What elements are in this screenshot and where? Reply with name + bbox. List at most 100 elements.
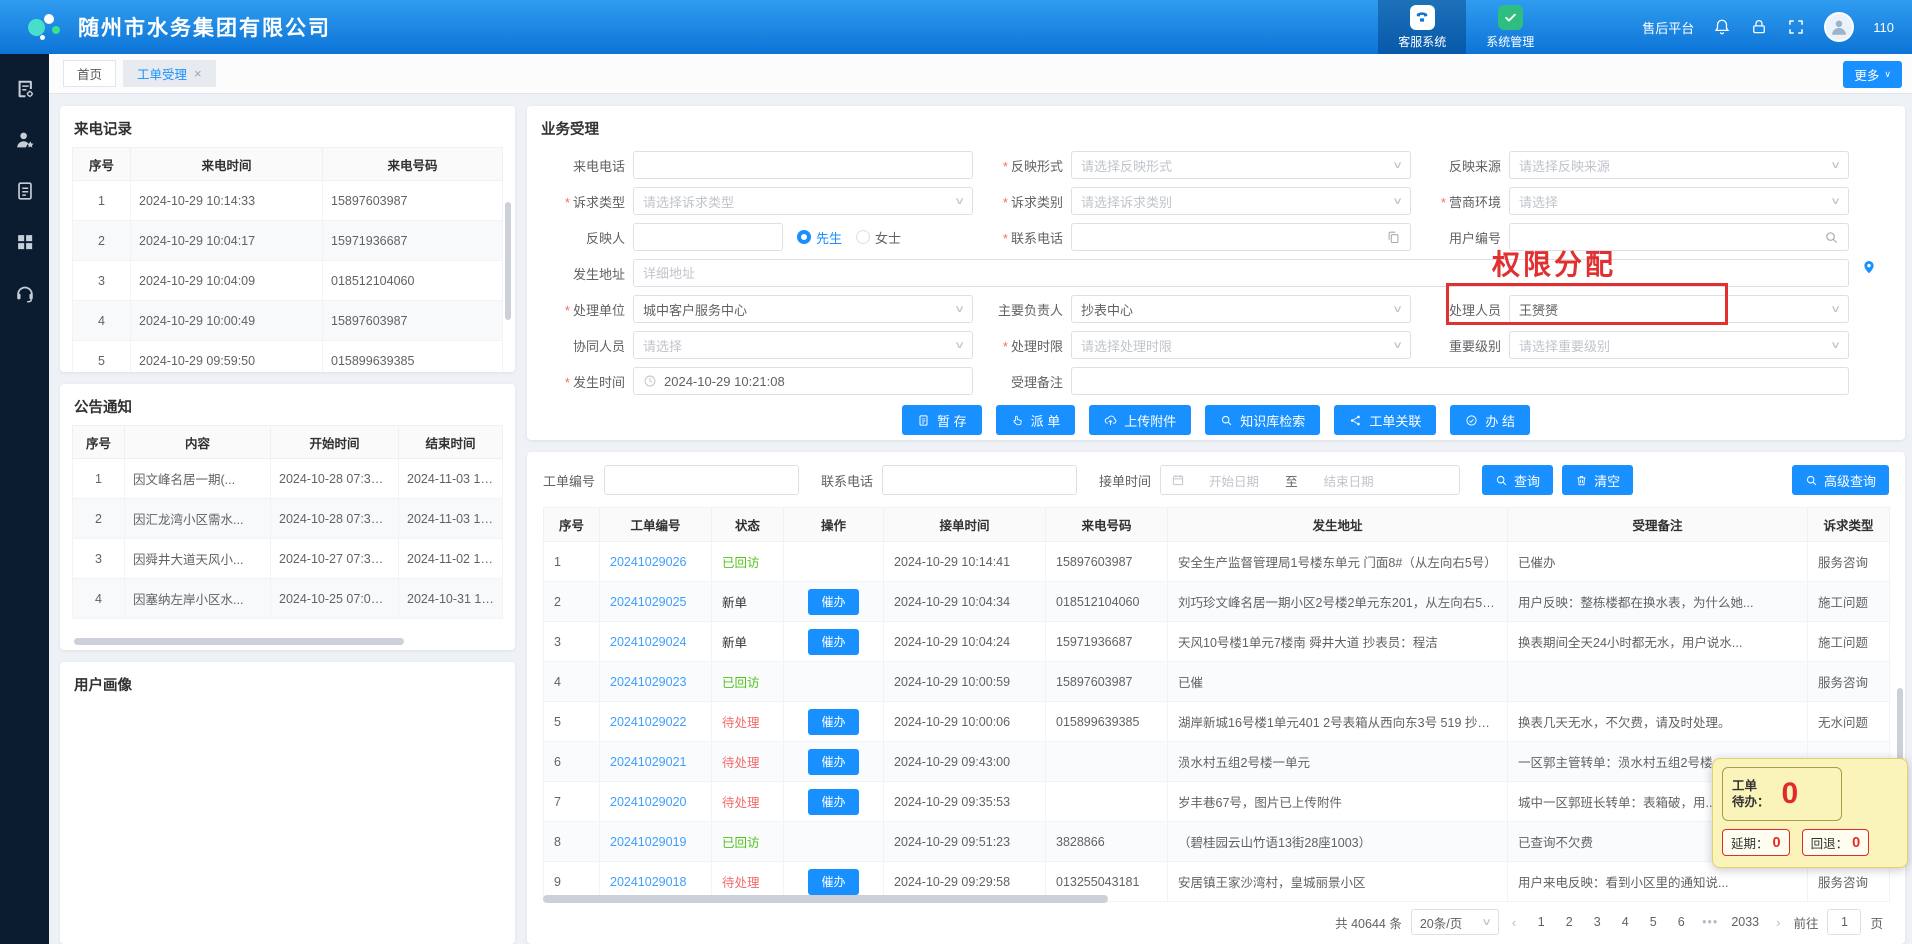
urge-button[interactable]: 催办 — [808, 589, 858, 615]
chevron-left-icon[interactable]: ‹ — [1508, 915, 1520, 930]
dispatch-button[interactable]: 派 单 — [996, 405, 1076, 435]
order-number-link[interactable]: 20241029023 — [610, 675, 686, 689]
call-record-row[interactable]: 5 2024-10-29 09:59:50 015899639385 — [73, 341, 503, 373]
page-number[interactable]: 6 — [1669, 910, 1693, 934]
call-record-row[interactable]: 1 2024-10-29 10:14:33 15897603987 — [73, 181, 503, 221]
delay-chip: 延期：0 — [1722, 829, 1790, 856]
user-star-icon[interactable] — [14, 129, 36, 151]
order-number-link[interactable]: 20241029021 — [610, 755, 686, 769]
reflect-source-select[interactable]: 请选择反映来源∨ — [1509, 151, 1849, 179]
horizontal-scrollbar-thumb[interactable] — [543, 895, 1108, 903]
order-number-link[interactable]: 20241029026 — [610, 555, 686, 569]
handler-select[interactable]: 王赟赟∨ — [1509, 295, 1849, 323]
order-number-link[interactable]: 20241029018 — [610, 875, 686, 889]
reporter-input[interactable] — [633, 223, 783, 251]
importance-select[interactable]: 请选择重要级别∨ — [1509, 331, 1849, 359]
upload-attachment-button[interactable]: 上传附件 — [1089, 405, 1191, 435]
page-number[interactable]: 5 — [1641, 910, 1665, 934]
order-number-link[interactable]: 20241029024 — [610, 635, 686, 649]
page-size-select[interactable]: 20条/页∨ — [1411, 909, 1499, 935]
clear-button[interactable]: 清空 — [1562, 465, 1633, 495]
appeal-type-select[interactable]: 请选择诉求类型∨ — [633, 187, 973, 215]
doc-icon[interactable] — [14, 180, 36, 202]
scrollbar-thumb[interactable] — [505, 202, 511, 320]
user-no-label: 用户编号 — [1419, 228, 1501, 247]
call-record-row[interactable]: 4 2024-10-29 10:00:49 15897603987 — [73, 301, 503, 341]
page-number[interactable]: 4 — [1613, 910, 1637, 934]
location-pin-icon[interactable] — [1861, 259, 1877, 275]
order-number-link[interactable]: 20241029025 — [610, 595, 686, 609]
accept-note-input[interactable] — [1071, 367, 1849, 395]
occur-time-picker[interactable]: 2024-10-29 10:21:08 — [633, 367, 973, 395]
scrollbar-thumb[interactable] — [74, 638, 404, 645]
page-number[interactable]: 1 — [1529, 910, 1553, 934]
search-icon[interactable] — [1824, 230, 1839, 245]
call-record-row[interactable]: 2 2024-10-29 10:04:17 15971936687 — [73, 221, 503, 261]
order-number-link[interactable]: 20241029020 — [610, 795, 686, 809]
orders-table: 序号 工单编号 状态 操作 接单时间 来电号码 发生地址 受理备注 诉求类型 1… — [543, 507, 1890, 902]
last-page-number[interactable]: 2033 — [1727, 910, 1763, 934]
contact-phone-input[interactable] — [1071, 223, 1411, 251]
bell-icon[interactable] — [1713, 18, 1731, 36]
end-date-placeholder[interactable]: 结束日期 — [1324, 471, 1374, 490]
doc-gear-icon[interactable] — [14, 78, 36, 100]
order-number-link[interactable]: 20241029019 — [610, 835, 686, 849]
tab-work-order[interactable]: 工单受理 × — [123, 60, 216, 87]
address-input[interactable] — [633, 259, 1849, 287]
advanced-search-button[interactable]: 高级查询 — [1792, 465, 1889, 495]
user-avatar[interactable] — [1824, 12, 1854, 42]
after-sales-platform-link[interactable]: 售后平台 — [1642, 18, 1694, 37]
urge-button[interactable]: 催办 — [808, 749, 858, 775]
start-date-placeholder[interactable]: 开始日期 — [1209, 471, 1259, 490]
finish-button[interactable]: 办 结 — [1450, 405, 1530, 435]
appeal-category-select[interactable]: 请选择诉求类别∨ — [1071, 187, 1411, 215]
more-pages-icon[interactable]: ••• — [1702, 915, 1718, 929]
headset-icon[interactable] — [14, 282, 36, 304]
tab-home[interactable]: 首页 — [63, 60, 116, 87]
notice-row[interactable]: 1 因文峰名居一期(... 2024-10-28 07:30:00 2024-1… — [73, 459, 503, 499]
importance-label: 重要级别 — [1419, 336, 1501, 355]
close-icon[interactable]: × — [194, 66, 202, 81]
page-number[interactable]: 2 — [1557, 910, 1581, 934]
nav-label: 系统管理 — [1486, 33, 1534, 50]
nav-customer-service-system[interactable]: 客服系统 — [1378, 0, 1466, 54]
goto-page-input[interactable] — [1827, 909, 1861, 935]
urge-button[interactable]: 催办 — [808, 709, 858, 735]
notice-row[interactable]: 4 因塞纳左岸小区水... 2024-10-25 07:00:00 2024-1… — [73, 579, 503, 619]
order-number-link[interactable]: 20241029022 — [610, 715, 686, 729]
handle-unit-select[interactable]: 城中客户服务中心∨ — [633, 295, 973, 323]
business-env-select[interactable]: 请选择∨ — [1509, 187, 1849, 215]
nav-system-management[interactable]: 系统管理 — [1466, 0, 1554, 54]
app-title: 随州市水务集团有限公司 — [78, 12, 331, 42]
gender-radio-male[interactable]: 先生 — [797, 228, 842, 247]
order-no-input[interactable] — [604, 465, 799, 495]
co-worker-select[interactable]: 请选择∨ — [633, 331, 973, 359]
grid-icon[interactable] — [14, 231, 36, 253]
knowledge-search-button[interactable]: 知识库检索 — [1205, 405, 1320, 435]
notice-row[interactable]: 2 因汇龙湾小区需水... 2024-10-28 07:30:00 2024-1… — [73, 499, 503, 539]
urge-button[interactable]: 催办 — [808, 789, 858, 815]
main-manager-select[interactable]: 抄表中心∨ — [1071, 295, 1411, 323]
notice-row[interactable]: 3 因舜井大道天风小... 2024-10-27 07:30:00 2024-1… — [73, 539, 503, 579]
phone-input[interactable] — [882, 465, 1077, 495]
search-button[interactable]: 查询 — [1482, 465, 1553, 495]
panel-title: 公告通知 — [60, 384, 515, 425]
order-filter-bar: 工单编号 联系电话 接单时间 开始日期 至 结束日期 查询 清空 高级查询 — [527, 452, 1905, 495]
urge-button[interactable]: 催办 — [808, 869, 858, 895]
todo-popup[interactable]: 工单 待办： 0 延期：0 回退：0 — [1712, 758, 1908, 868]
lock-icon[interactable] — [1750, 18, 1768, 36]
urge-button[interactable]: 催办 — [808, 629, 858, 655]
call-phone-input[interactable] — [633, 151, 973, 179]
call-record-row[interactable]: 3 2024-10-29 10:04:09 018512104060 — [73, 261, 503, 301]
reflect-form-select[interactable]: 请选择反映形式∨ — [1071, 151, 1411, 179]
order-link-button[interactable]: 工单关联 — [1334, 405, 1436, 435]
copy-icon[interactable] — [1386, 230, 1401, 245]
accept-time-range-picker[interactable]: 开始日期 至 结束日期 — [1160, 465, 1460, 495]
handle-limit-select[interactable]: 请选择处理时限∨ — [1071, 331, 1411, 359]
more-button[interactable]: 更多∨ — [1843, 61, 1902, 88]
save-draft-button[interactable]: 暂 存 — [902, 405, 982, 435]
fullscreen-icon[interactable] — [1787, 18, 1805, 36]
chevron-right-icon[interactable]: › — [1772, 915, 1784, 930]
page-number[interactable]: 3 — [1585, 910, 1609, 934]
gender-radio-female[interactable]: 女士 — [856, 228, 901, 247]
